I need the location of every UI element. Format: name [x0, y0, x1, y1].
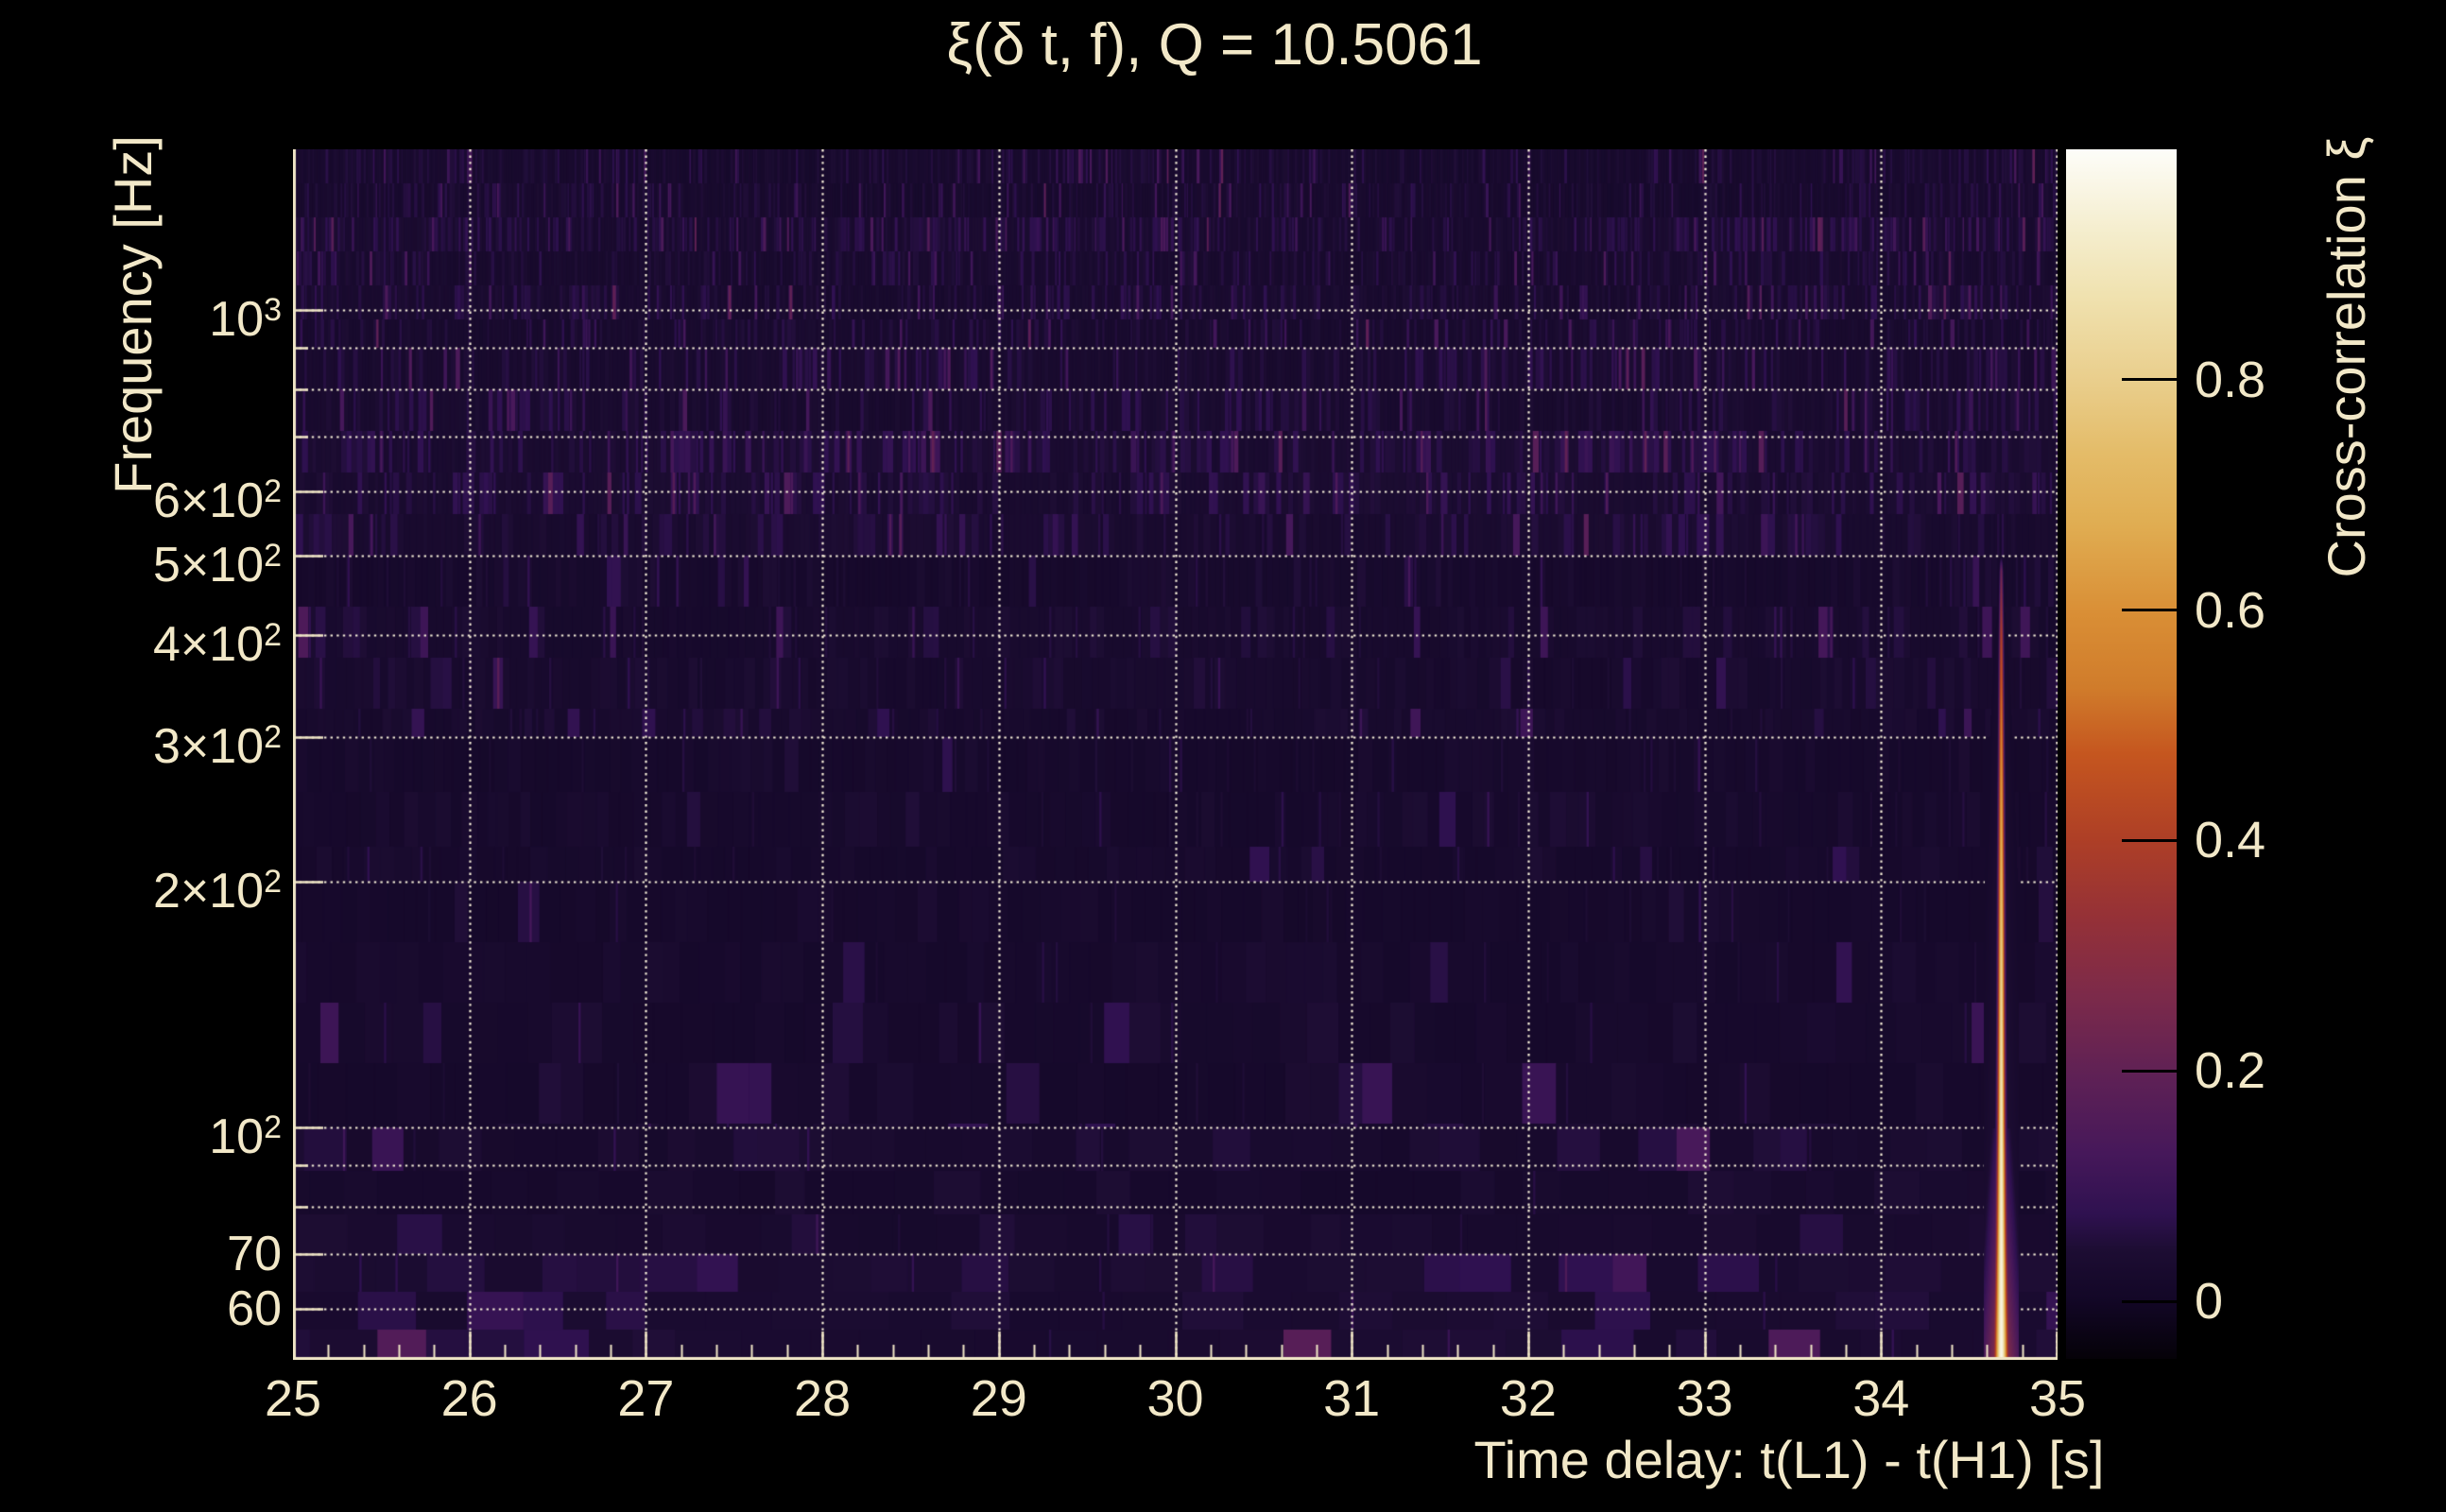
colorbar-tick-mark	[2121, 378, 2177, 382]
colorbar-label: Cross-correlation ξ	[2317, 136, 2376, 578]
y-tick-label: 60	[227, 1280, 282, 1336]
colorbar-tick-mark	[2121, 838, 2177, 842]
y-tick-label: 3×102	[152, 719, 282, 775]
x-tick-label: 28	[794, 1370, 852, 1427]
x-tick-label: 27	[617, 1370, 675, 1427]
x-tick-label: 31	[1323, 1370, 1381, 1427]
colorbar-tick-mark	[2121, 1069, 2177, 1073]
colorbar-tick-label: 0	[2195, 1273, 2224, 1331]
plot-title: ξ(δ t, f), Q = 10.5061	[946, 12, 1483, 77]
y-tick-label: 5×102	[152, 538, 282, 593]
x-tick-label: 29	[970, 1370, 1027, 1427]
x-tick-label: 25	[264, 1370, 322, 1427]
y-tick-label: 4×102	[152, 617, 282, 673]
colorbar-tick-mark	[2121, 609, 2177, 612]
x-tick-label: 26	[440, 1370, 498, 1427]
colorbar	[2066, 149, 2177, 1359]
y-tick-label: 102	[209, 1109, 282, 1164]
figure: ξ(δ t, f), Q = 10.5061 Frequency [Hz] Ti…	[0, 0, 2446, 1512]
y-tick-label: 70	[227, 1226, 282, 1281]
heatmap-canvas	[293, 149, 2058, 1360]
x-axis-label: Time delay: t(L1) - t(H1) [s]	[1473, 1430, 2105, 1489]
x-tick-label: 35	[2028, 1370, 2087, 1427]
x-tick-label: 30	[1146, 1370, 1204, 1427]
y-tick-label: 103	[209, 292, 282, 347]
colorbar-tick-mark	[2121, 1299, 2177, 1303]
y-tick-label: 2×102	[152, 863, 282, 919]
colorbar-tick-label: 0.6	[2195, 581, 2266, 639]
y-tick-label: 6×102	[152, 472, 282, 528]
colorbar-tick-label: 0.8	[2195, 351, 2266, 408]
colorbar-tick-label: 0.2	[2195, 1042, 2266, 1100]
x-tick-label: 32	[1499, 1370, 1557, 1427]
colorbar-tick-label: 0.4	[2195, 812, 2266, 869]
x-tick-label: 33	[1676, 1370, 1733, 1427]
x-tick-label: 34	[1852, 1370, 1910, 1427]
